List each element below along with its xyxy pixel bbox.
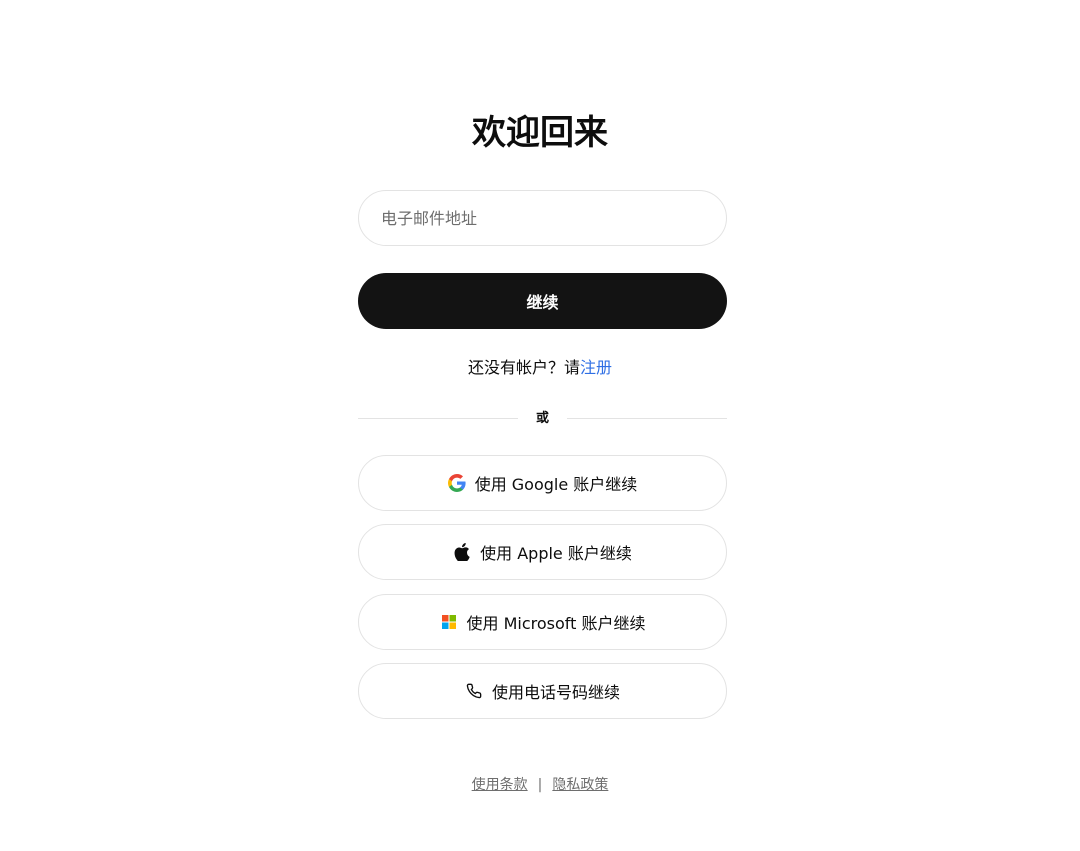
continue-button[interactable]: 继续 [358,273,727,329]
phone-login-button[interactable]: 使用电话号码继续 [358,663,727,719]
signup-prompt: 还没有帐户？请注册 [0,356,1080,380]
footer-separator: | [537,777,543,793]
divider-line-right [567,418,727,419]
apple-login-button[interactable]: 使用 Apple 账户继续 [358,524,727,580]
terms-link[interactable]: 使用条款 [472,777,528,793]
signup-link[interactable]: 注册 [580,358,612,377]
apple-login-label: 使用 Apple 账户继续 [480,544,632,563]
apple-icon [453,543,471,561]
phone-icon [465,682,483,700]
divider-label: 或 [535,411,549,426]
google-login-label: 使用 Google 账户继续 [474,475,638,494]
google-icon [447,474,466,492]
or-divider: 或 [358,408,727,430]
email-input[interactable] [358,190,727,246]
google-login-button[interactable]: 使用 Google 账户继续 [358,455,727,511]
microsoft-login-label: 使用 Microsoft 账户继续 [466,614,646,633]
microsoft-login-button[interactable]: 使用 Microsoft 账户继续 [358,594,727,650]
page-title: 欢迎回来 [472,113,608,153]
microsoft-icon [440,613,458,631]
footer-links: 使用条款 | 隐私政策 [0,774,1080,796]
signup-prompt-text: 还没有帐户？请 [467,358,580,377]
phone-login-label: 使用电话号码继续 [491,683,620,702]
privacy-link[interactable]: 隐私政策 [552,777,608,793]
